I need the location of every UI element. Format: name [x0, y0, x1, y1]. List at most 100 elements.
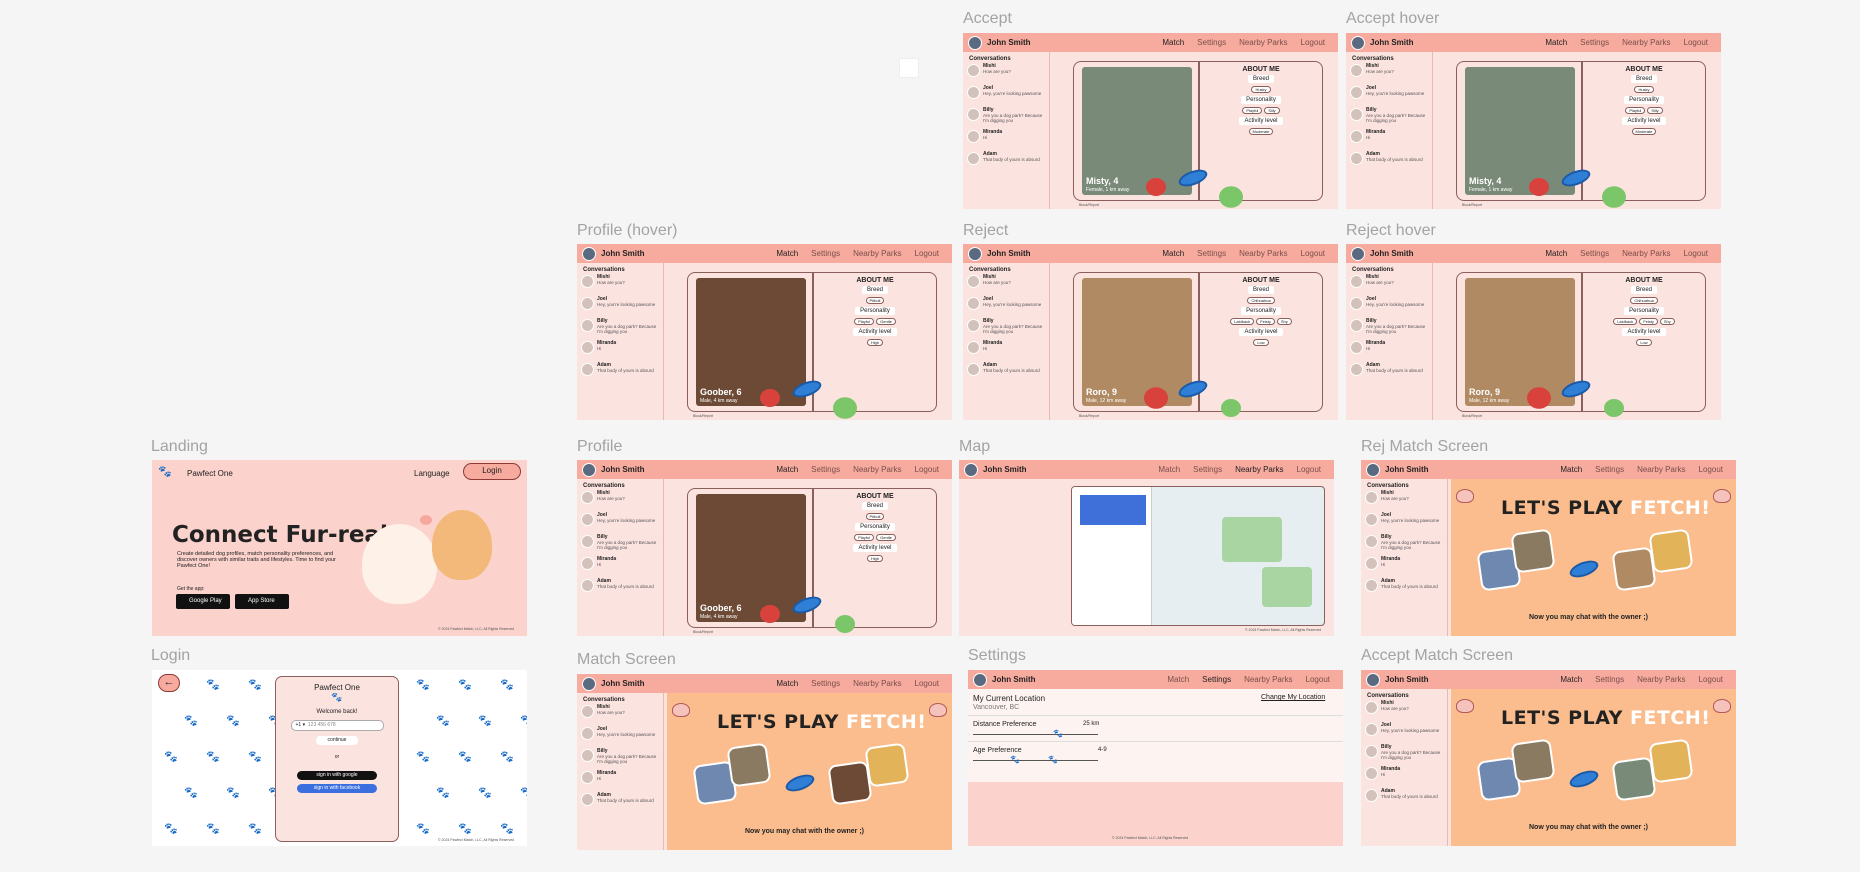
avatar[interactable] — [582, 676, 596, 691]
nav-logout[interactable]: Logout — [1301, 38, 1325, 47]
continue-button[interactable]: continue — [316, 736, 358, 745]
conversation-item[interactable]: Mishi How are you? — [1361, 491, 1447, 513]
avatar[interactable] — [1366, 672, 1380, 687]
conversation-item[interactable]: Mishi How are you? — [1361, 701, 1447, 723]
google-signin-button[interactable]: sign in with google — [297, 771, 377, 780]
nav-settings[interactable]: Settings — [1197, 249, 1226, 258]
nav-match[interactable]: Match — [1162, 38, 1184, 47]
nav-logout[interactable]: Logout — [915, 679, 939, 688]
nav-match[interactable]: Match — [776, 679, 798, 688]
conversation-item[interactable]: Adam That body of yours is absurd — [1346, 363, 1432, 385]
nav-match[interactable]: Match — [776, 465, 798, 474]
nav-settings[interactable]: Settings — [811, 465, 840, 474]
conversation-item[interactable]: Mishi How are you? — [577, 705, 663, 727]
nav-nearby-parks[interactable]: Nearby Parks — [1622, 249, 1670, 258]
conversation-item[interactable]: Adam That body of yours is absurd — [963, 363, 1049, 385]
back-arrow-icon[interactable]: ← — [158, 674, 180, 692]
nav-settings[interactable]: Settings — [1193, 465, 1222, 474]
nav-match[interactable]: Match — [1162, 249, 1184, 258]
nav-logout[interactable]: Logout — [1699, 465, 1723, 474]
nav-nearby-parks[interactable]: Nearby Parks — [1235, 465, 1283, 474]
conversation-item[interactable]: Billy Are you a dog park? Because I'm dig… — [577, 535, 663, 557]
nav-logout[interactable]: Logout — [1301, 249, 1325, 258]
conversation-item[interactable]: Joel Hey, you're looking pawsome — [1361, 723, 1447, 745]
conversation-item[interactable]: Billy Are you a dog park? Because I'm dig… — [577, 749, 663, 771]
nav-logout[interactable]: Logout — [1306, 675, 1330, 684]
conversation-item[interactable]: Mishi How are you? — [1346, 64, 1432, 86]
nav-match[interactable]: Match — [1560, 675, 1582, 684]
accept-paw-button[interactable] — [835, 615, 855, 633]
reject-paw-button[interactable] — [1529, 178, 1549, 196]
conversation-item[interactable]: Joel Hey, you're looking pawsome — [963, 86, 1049, 108]
login-button[interactable]: Login — [463, 463, 521, 480]
conversation-item[interactable]: Miranda Hi — [963, 130, 1049, 152]
conversation-item[interactable]: Miranda Hi — [1361, 557, 1447, 579]
conversation-item[interactable]: Adam That body of yours is absurd — [1361, 789, 1447, 811]
conversation-item[interactable]: Mishi How are you? — [963, 275, 1049, 297]
nav-settings[interactable]: Settings — [1580, 38, 1609, 47]
age-max-paw-icon[interactable]: 🐾 — [1048, 755, 1058, 764]
conversation-item[interactable]: Miranda Hi — [963, 341, 1049, 363]
conversation-item[interactable]: Billy Are you a dog park? Because I'm dig… — [963, 108, 1049, 130]
conversation-item[interactable]: Adam That body of yours is absurd — [577, 579, 663, 601]
nav-logout[interactable]: Logout — [915, 249, 939, 258]
avatar[interactable] — [1351, 35, 1365, 50]
distance-slider-track[interactable] — [973, 734, 1098, 735]
conversation-item[interactable]: Billy Are you a dog park? Because I'm dig… — [1346, 319, 1432, 341]
distance-slider-paw-icon[interactable]: 🐾 — [1053, 729, 1063, 738]
avatar[interactable] — [1366, 462, 1380, 477]
accept-paw-button[interactable] — [833, 397, 857, 419]
nav-logout[interactable]: Logout — [915, 465, 939, 474]
conversation-item[interactable]: Billy Are you a dog park? Because I'm dig… — [577, 319, 663, 341]
conversation-item[interactable]: Joel Hey, you're looking pawsome — [1346, 86, 1432, 108]
nav-nearby-parks[interactable]: Nearby Parks — [1637, 675, 1685, 684]
nav-nearby-parks[interactable]: Nearby Parks — [1244, 675, 1292, 684]
accept-paw-button[interactable] — [1219, 186, 1243, 208]
change-location-link[interactable]: Change My Location — [1261, 694, 1325, 701]
conversation-item[interactable]: Miranda Hi — [577, 771, 663, 793]
nav-nearby-parks[interactable]: Nearby Parks — [853, 679, 901, 688]
conversation-item[interactable]: Mishi How are you? — [963, 64, 1049, 86]
nav-settings[interactable]: Settings — [1595, 675, 1624, 684]
reject-paw-button[interactable] — [1144, 387, 1168, 409]
conversation-item[interactable]: Billy Are you a dog park? Because I'm dig… — [1346, 108, 1432, 130]
age-min-paw-icon[interactable]: 🐾 — [1010, 755, 1020, 764]
nav-logout[interactable]: Logout — [1684, 38, 1708, 47]
block-report-link[interactable]: Block/Report — [693, 630, 713, 634]
conversation-item[interactable]: Adam That body of yours is absurd — [1361, 579, 1447, 601]
conversation-item[interactable]: Joel Hey, you're looking pawsome — [1346, 297, 1432, 319]
conversation-item[interactable]: Miranda Hi — [1346, 341, 1432, 363]
conversation-item[interactable]: Miranda Hi — [577, 557, 663, 579]
block-report-link[interactable]: Block/Report — [1462, 203, 1482, 207]
conversation-item[interactable]: Miranda Hi — [577, 341, 663, 363]
nav-nearby-parks[interactable]: Nearby Parks — [1239, 38, 1287, 47]
reject-paw-button[interactable] — [760, 389, 780, 407]
reject-paw-button[interactable] — [1146, 178, 1166, 196]
block-report-link[interactable]: Block/Report — [1079, 414, 1099, 418]
nav-settings[interactable]: Settings — [811, 679, 840, 688]
nav-nearby-parks[interactable]: Nearby Parks — [1622, 38, 1670, 47]
avatar[interactable] — [973, 672, 987, 687]
block-report-link[interactable]: Block/Report — [693, 414, 713, 418]
nav-logout[interactable]: Logout — [1297, 465, 1321, 474]
nav-settings[interactable]: Settings — [1202, 675, 1231, 684]
facebook-signin-button[interactable]: sign in with facebook — [297, 784, 377, 793]
phone-prefix[interactable]: +1 ▾ — [296, 722, 306, 728]
avatar[interactable] — [582, 246, 596, 261]
conversation-item[interactable]: Adam That body of yours is absurd — [1346, 152, 1432, 174]
park-map[interactable] — [1071, 486, 1325, 626]
nav-nearby-parks[interactable]: Nearby Parks — [853, 249, 901, 258]
avatar[interactable] — [1351, 246, 1365, 261]
conversation-item[interactable]: Joel Hey, you're looking pawsome — [1361, 513, 1447, 535]
age-slider-track[interactable] — [973, 760, 1098, 761]
accept-paw-button[interactable] — [1221, 399, 1241, 417]
avatar[interactable] — [582, 462, 596, 477]
conversation-item[interactable]: Billy Are you a dog park? Because I'm dig… — [1361, 745, 1447, 767]
avatar[interactable] — [968, 35, 982, 50]
nav-match[interactable]: Match — [1158, 465, 1180, 474]
nav-nearby-parks[interactable]: Nearby Parks — [853, 465, 901, 474]
conversation-item[interactable]: Mishi How are you? — [577, 491, 663, 513]
conversation-item[interactable]: Joel Hey, you're looking pawsome — [577, 297, 663, 319]
accept-paw-button[interactable] — [1604, 399, 1624, 417]
nav-settings[interactable]: Settings — [1580, 249, 1609, 258]
